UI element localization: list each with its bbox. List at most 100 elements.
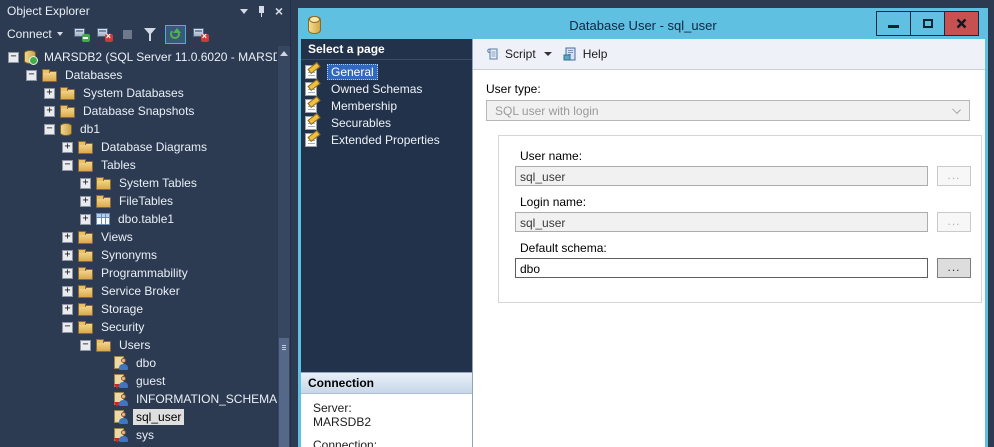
default-schema-label: Default schema: [520, 241, 971, 255]
tree-item-label: Database Snapshots [80, 103, 197, 119]
dialog-toolbar: Script Help [473, 39, 985, 70]
expand-toggle[interactable]: − [62, 322, 73, 333]
expand-toggle[interactable]: + [80, 178, 91, 189]
script-button[interactable]: Script [505, 47, 536, 61]
folder-icon [96, 197, 111, 208]
user-name-field[interactable]: sql_user [515, 166, 928, 186]
expand-toggle[interactable]: + [62, 142, 73, 153]
tree-item-sys[interactable]: sys [0, 426, 290, 444]
tree-item-database-snapshots[interactable]: + Database Snapshots [0, 102, 290, 120]
tree-item-db1[interactable]: −db1 [0, 120, 290, 138]
stop-icon[interactable] [119, 26, 136, 42]
tree-item-views[interactable]: +Views [0, 228, 290, 246]
table-icon [96, 213, 110, 225]
user-type-label: User type: [486, 82, 985, 96]
close-button[interactable] [944, 11, 979, 36]
user-type-value: SQL user with login [495, 104, 599, 118]
expand-toggle[interactable]: + [44, 88, 55, 99]
default-schema-browse-button[interactable]: ... [937, 258, 971, 278]
scroll-thumb[interactable] [279, 338, 289, 447]
expand-toggle[interactable]: − [62, 160, 73, 171]
maximize-button[interactable] [910, 11, 945, 36]
tree-item-guest[interactable]: guest [0, 372, 290, 390]
tree-item-dbo-table1[interactable]: +dbo.table1 [0, 210, 290, 228]
disable-activity-icon[interactable] [192, 26, 209, 42]
tree-scrollbar[interactable] [277, 46, 290, 447]
user-type-dropdown[interactable]: SQL user with login [486, 100, 970, 121]
expand-toggle[interactable]: − [80, 340, 91, 351]
page-item-label: Membership [327, 98, 401, 114]
tree-item-system-databases[interactable]: + System Databases [0, 84, 290, 102]
expand-toggle[interactable]: + [62, 268, 73, 279]
connect-button[interactable]: Connect [7, 27, 63, 41]
dialog-titlebar[interactable]: Database User - sql_user [301, 11, 985, 39]
page-item-securables[interactable]: Securables [301, 114, 472, 131]
tree-item-storage[interactable]: +Storage [0, 300, 290, 318]
tree-item-users[interactable]: − Users [0, 336, 290, 354]
tree-item-programmability[interactable]: +Programmability [0, 264, 290, 282]
tree-item-service-broker[interactable]: +Service Broker [0, 282, 290, 300]
help-icon [562, 46, 579, 62]
tree-item-label: Database Diagrams [98, 139, 210, 155]
default-schema-field[interactable]: dbo [515, 258, 928, 278]
folder-icon [78, 305, 93, 316]
general-page-form: User type: SQL user with login User name… [473, 70, 985, 303]
user-name-browse-button[interactable]: ... [937, 166, 971, 186]
filter-icon[interactable] [142, 26, 159, 42]
page-icon [305, 116, 317, 130]
expand-toggle[interactable]: + [62, 232, 73, 243]
folder-icon [78, 233, 93, 244]
tree-item-label: sql_user [133, 409, 184, 425]
refresh-icon[interactable] [165, 25, 186, 44]
expand-toggle[interactable]: + [62, 304, 73, 315]
folder-icon [60, 89, 75, 100]
tree-item-tables[interactable]: −Tables [0, 156, 290, 174]
user-icon [114, 356, 128, 370]
tree-item-security[interactable]: −Security [0, 318, 290, 336]
page-item-extended-properties[interactable]: Extended Properties [301, 131, 472, 148]
page-icon [305, 133, 317, 147]
minimize-button[interactable] [876, 11, 911, 36]
expand-toggle[interactable]: − [26, 70, 37, 81]
help-button[interactable]: Help [583, 47, 608, 61]
page-item-general[interactable]: General [301, 63, 472, 80]
database-user-dialog: Database User - sql_user Select a page G… [298, 8, 988, 447]
scroll-up-button[interactable] [278, 46, 290, 60]
tree-item-sql-user[interactable]: sql_user [0, 408, 290, 426]
page-item-owned-schemas[interactable]: Owned Schemas [301, 80, 472, 97]
page-item-membership[interactable]: Membership [301, 97, 472, 114]
expand-toggle[interactable]: + [80, 214, 91, 225]
expand-toggle[interactable]: − [44, 124, 55, 135]
object-explorer-panel: Object Explorer × Connect −MARSDB2 (SQL … [0, 0, 291, 447]
expand-toggle[interactable]: + [44, 106, 55, 117]
login-name-field[interactable]: sql_user [515, 212, 928, 232]
pin-icon[interactable] [257, 6, 266, 17]
login-name-browse-button[interactable]: ... [937, 212, 971, 232]
window-position-icon[interactable] [240, 9, 248, 14]
connect-server-icon[interactable] [73, 26, 90, 42]
ssms-window: Object Explorer × Connect −MARSDB2 (SQL … [0, 0, 994, 447]
tree-item-label: Users [116, 337, 153, 353]
close-icon[interactable]: × [275, 5, 283, 17]
expand-toggle[interactable]: + [62, 286, 73, 297]
page-icon [305, 65, 317, 79]
tree-item-label: System Databases [80, 85, 187, 101]
expand-toggle[interactable]: − [8, 52, 19, 63]
chevron-down-icon [952, 105, 961, 114]
page-icon [305, 82, 317, 96]
tree-item-synonyms[interactable]: +Synonyms [0, 246, 290, 264]
expand-toggle[interactable]: + [62, 250, 73, 261]
tree-item-databases[interactable]: −Databases [0, 66, 290, 84]
tree-item-database-diagrams[interactable]: + Database Diagrams [0, 138, 290, 156]
expand-toggle[interactable]: + [80, 196, 91, 207]
disconnect-server-icon[interactable] [96, 26, 113, 42]
select-a-page-header: Select a page [301, 39, 472, 60]
tree-item-information-schema[interactable]: INFORMATION_SCHEMA [0, 390, 290, 408]
tree-item-system-tables[interactable]: +System Tables [0, 174, 290, 192]
tree-item-dbo[interactable]: dbo [0, 354, 290, 372]
tree-item-marsdb2-sql-server-11-0-6020-marsd[interactable]: −MARSDB2 (SQL Server 11.0.6020 - MARSD [0, 48, 290, 66]
dialog-main-pane: Script Help User type: SQL user with log… [473, 39, 985, 447]
script-dropdown-icon[interactable] [544, 52, 552, 56]
object-explorer-toolbar: Connect [0, 22, 290, 46]
tree-item-filetables[interactable]: +FileTables [0, 192, 290, 210]
